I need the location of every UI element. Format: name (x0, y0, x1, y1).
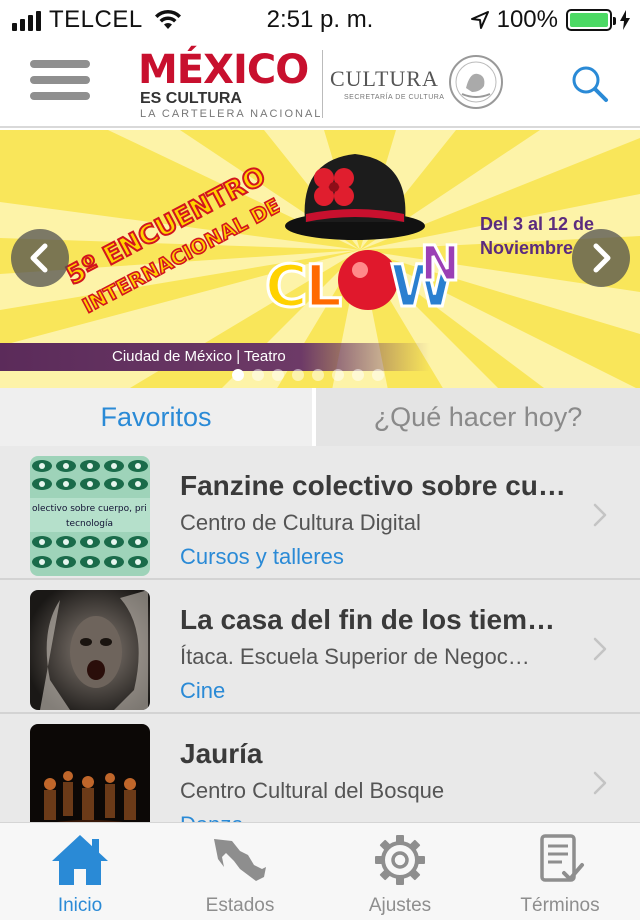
home-icon (52, 835, 108, 885)
logo-divider (322, 50, 323, 118)
horror-face-image (30, 590, 150, 710)
svg-text:tecnología: tecnología (66, 519, 113, 529)
chevron-right-icon (593, 771, 607, 795)
national-seal-icon (449, 55, 503, 109)
banner-caption: Ciudad de México | Teatro (0, 343, 430, 371)
logo-cartelera: LA CARTELERA NACIONAL (140, 108, 323, 120)
document-check-icon (540, 834, 584, 882)
eye-pattern-image: olectivo sobre cuerpo, pri tecnología (30, 456, 150, 576)
carousel-dot[interactable] (292, 369, 304, 381)
logo-es-cultura: ES CULTURA (140, 90, 242, 107)
event-title: Fanzine colectivo sobre cue… (180, 470, 570, 501)
carousel-dot[interactable] (372, 369, 384, 381)
carousel-dot[interactable] (272, 369, 284, 381)
carousel-dot[interactable] (332, 369, 344, 381)
tabbar-terminos[interactable]: Términos (480, 823, 640, 920)
tabbar-ajustes[interactable]: Ajustes (320, 823, 480, 920)
tab-favoritos[interactable]: Favoritos (0, 388, 316, 446)
event-venue: Centro de Cultura Digital (180, 510, 421, 535)
logo-cultura: CULTURA (330, 66, 439, 91)
dance-stage-image (30, 724, 150, 822)
event-category[interactable]: Cine (180, 678, 225, 704)
battery-icon (566, 9, 616, 31)
carousel-dot[interactable] (312, 369, 324, 381)
mexico-map-icon (214, 839, 266, 881)
event-category[interactable]: Danza (180, 812, 244, 822)
list-item[interactable]: La casa del fin de los tiempos Ítaca. Es… (0, 580, 640, 714)
charging-bolt-icon (620, 10, 630, 30)
event-category[interactable]: Cursos y talleres (180, 544, 344, 570)
tab-que-hacer-hoy[interactable]: ¿Qué hacer hoy? (316, 388, 640, 446)
gear-icon (375, 835, 425, 885)
bottom-tab-bar: Inicio Estados Ajustes Términos (0, 822, 640, 920)
event-venue: Ítaca. Escuela Superior de Negoc… (180, 644, 530, 669)
event-title: Jauría (180, 738, 263, 769)
status-bar: TELCEL 2:51 p. m. 100% (0, 0, 640, 40)
carousel-dot[interactable] (352, 369, 364, 381)
carousel-next-button[interactable] (572, 229, 630, 287)
svg-text:olectivo sobre cuerpo, pri: olectivo sobre cuerpo, pri (32, 504, 147, 514)
tabbar-estados[interactable]: Estados (160, 823, 320, 920)
carousel-dot[interactable] (232, 369, 244, 381)
event-thumbnail (30, 724, 150, 822)
list-item[interactable]: Jauría Centro Cultural del Bosque Danza (0, 714, 640, 822)
tabbar-label: Estados (205, 895, 275, 916)
chevron-right-icon (593, 637, 607, 661)
chevron-left-icon (30, 243, 48, 273)
logo-mexico: MÉXICO (138, 47, 309, 93)
tabbar-label: Inicio (57, 895, 103, 916)
svg-text:L: L (305, 252, 342, 320)
carousel-dot[interactable] (252, 369, 264, 381)
event-thumbnail: olectivo sobre cuerpo, pri tecnología (30, 456, 150, 576)
chevron-right-icon (593, 503, 607, 527)
search-icon[interactable] (568, 62, 612, 106)
hamburger-menu-icon[interactable] (30, 60, 90, 108)
carousel-prev-button[interactable] (11, 229, 69, 287)
segmented-tabs: Favoritos ¿Qué hacer hoy? (0, 388, 640, 446)
event-venue: Centro Cultural del Bosque (180, 778, 445, 803)
app-logo: MÉXICO ES CULTURA LA CARTELERA NACIONAL … (138, 48, 510, 124)
app-header: MÉXICO ES CULTURA LA CARTELERA NACIONAL … (0, 40, 640, 128)
carousel-dots (232, 369, 384, 381)
location-arrow-icon (470, 11, 489, 29)
featured-banner[interactable]: C L W N 5º ENCUENTRO INTERNACIONAL DE De… (0, 130, 640, 388)
event-list: olectivo sobre cuerpo, pri tecnología Fa… (0, 446, 640, 822)
event-title: La casa del fin de los tiempos (180, 604, 570, 635)
tabbar-label: Ajustes (368, 895, 432, 916)
list-item[interactable]: olectivo sobre cuerpo, pri tecnología Fa… (0, 446, 640, 580)
tabbar-inicio[interactable]: Inicio (0, 823, 160, 920)
banner-title: 5º ENCUENTRO INTERNACIONAL DE (61, 166, 280, 319)
chevron-right-icon (593, 243, 611, 273)
svg-text:N: N (420, 236, 460, 292)
tabbar-label: Términos (520, 895, 600, 916)
status-right: 100% (470, 6, 630, 34)
event-thumbnail (30, 590, 150, 710)
battery-percentage: 100% (496, 6, 558, 33)
logo-secretaria: SECRETARÍA DE CULTURA (344, 94, 445, 101)
